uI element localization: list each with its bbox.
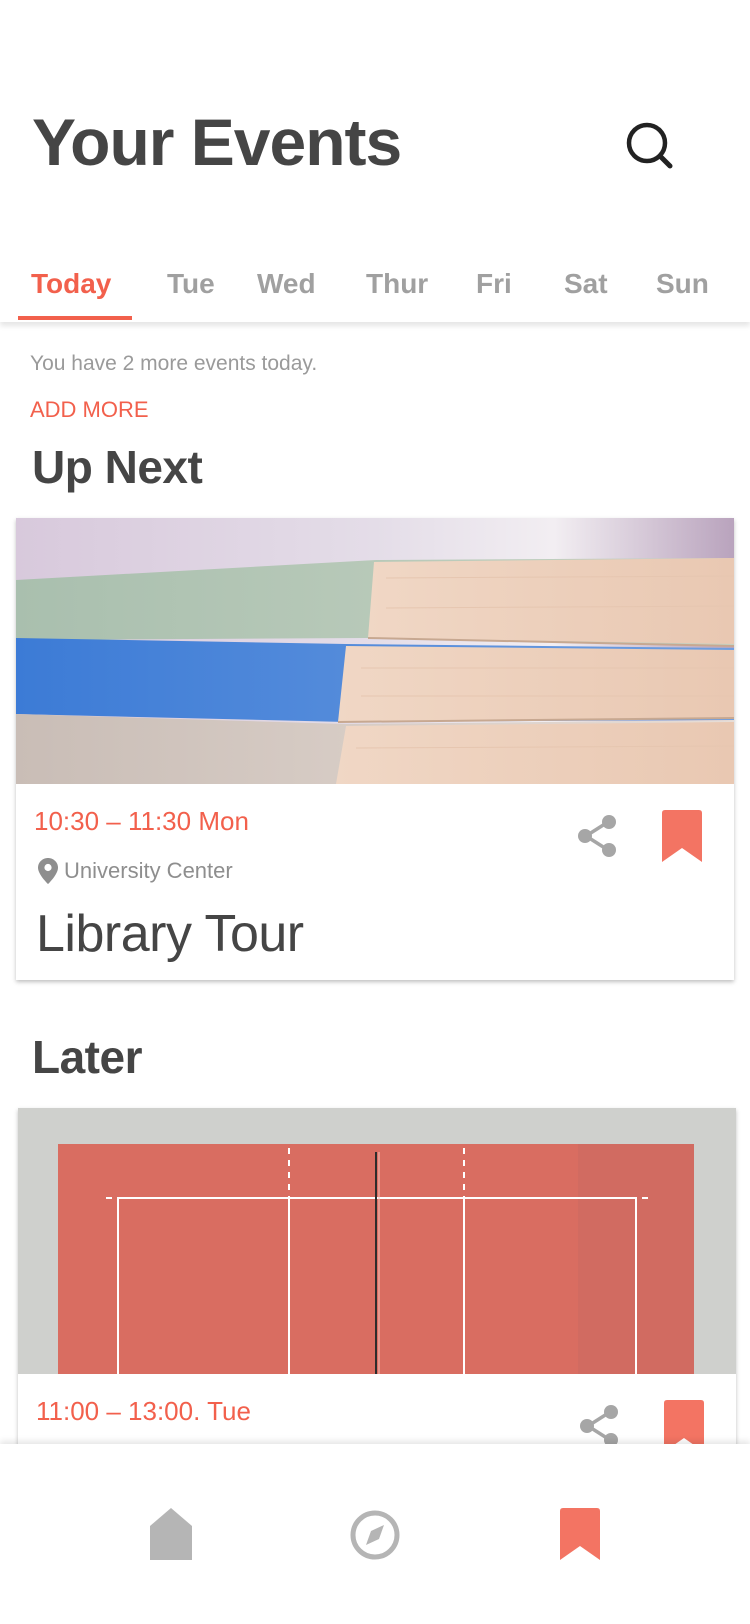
events-remaining-text: You have 2 more events today. <box>30 352 318 375</box>
tab-thur[interactable]: Thur <box>366 268 428 300</box>
bookmark-icon <box>560 1508 600 1560</box>
active-tab-indicator <box>18 316 132 320</box>
share-icon <box>578 815 616 857</box>
page-title: Your Events <box>32 105 402 179</box>
search-icon <box>626 122 673 169</box>
share-button[interactable] <box>576 814 620 858</box>
section-title-up-next: Up Next <box>32 441 203 493</box>
home-icon <box>150 1508 192 1560</box>
tab-sat[interactable]: Sat <box>564 268 608 300</box>
event-location-text: University Center <box>64 858 233 883</box>
event-card[interactable]: 10:30 – 11:30 Mon University Center Libr… <box>16 518 734 980</box>
bottom-nav <box>0 1444 750 1624</box>
tab-wed[interactable]: Wed <box>257 268 316 300</box>
add-more-link[interactable]: ADD MORE <box>30 397 149 423</box>
nav-home-button[interactable] <box>150 1508 196 1564</box>
event-image-court <box>18 1108 736 1374</box>
event-image-books <box>16 518 734 784</box>
header: Your Events Today Tue Wed Thur Fri Sat S… <box>0 0 750 322</box>
section-title-later: Later <box>32 1031 142 1083</box>
location-pin-icon <box>38 858 58 884</box>
bookmark-icon <box>662 810 702 862</box>
tab-tue[interactable]: Tue <box>167 268 215 300</box>
event-title: Library Tour <box>36 905 304 963</box>
share-icon <box>580 1405 618 1447</box>
tab-today[interactable]: Today <box>31 268 111 300</box>
compass-icon <box>350 1510 400 1560</box>
share-button[interactable] <box>578 1404 622 1448</box>
event-time: 10:30 – 11:30 Mon <box>34 806 249 836</box>
event-location: University Center <box>38 858 233 884</box>
search-button[interactable] <box>622 118 678 174</box>
nav-explore-button[interactable] <box>350 1508 400 1564</box>
day-tabs: Today Tue Wed Thur Fri Sat Sun <box>0 262 750 322</box>
event-time: 11:00 – 13:00. Tue <box>36 1396 251 1426</box>
bookmark-button[interactable] <box>662 810 702 862</box>
tab-fri[interactable]: Fri <box>476 268 512 300</box>
nav-bookmarks-button[interactable] <box>560 1508 606 1564</box>
tab-sun[interactable]: Sun <box>656 268 709 300</box>
